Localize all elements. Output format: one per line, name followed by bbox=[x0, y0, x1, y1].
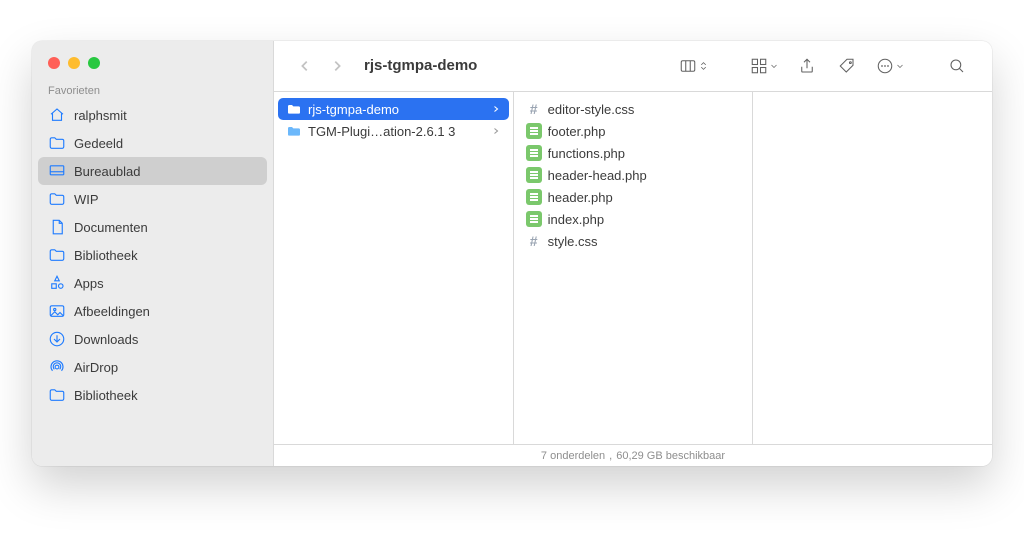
up-down-caret-icon bbox=[699, 60, 708, 72]
toolbar: rjs-tgmpa-demo bbox=[274, 41, 992, 91]
item-name: header.php bbox=[548, 190, 741, 205]
share-button[interactable] bbox=[790, 51, 824, 81]
sidebar-item-label: Downloads bbox=[74, 332, 138, 347]
status-space-available: 60,29 GB beschikbaar bbox=[616, 450, 725, 462]
sidebar-item-label: Afbeeldingen bbox=[74, 304, 150, 319]
folder-item[interactable]: TGM-Plugi…ation-2.6.1 3 bbox=[278, 120, 509, 142]
folder-item[interactable]: rjs-tgmpa-demo bbox=[278, 98, 509, 120]
grid-icon bbox=[750, 57, 768, 75]
folder-icon bbox=[48, 190, 66, 208]
document-icon bbox=[48, 218, 66, 236]
ellipsis-circle-icon bbox=[876, 57, 894, 75]
chevron-right-icon bbox=[330, 59, 344, 73]
share-icon bbox=[798, 57, 816, 75]
sidebar-item-bureaublad[interactable]: Bureaublad bbox=[38, 157, 267, 185]
more-actions-button[interactable] bbox=[870, 51, 910, 81]
item-name: index.php bbox=[548, 212, 741, 227]
tags-button[interactable] bbox=[830, 51, 864, 81]
css-file-icon: # bbox=[526, 101, 542, 117]
chevron-left-icon bbox=[298, 59, 312, 73]
tag-icon bbox=[838, 57, 856, 75]
column-0[interactable]: rjs-tgmpa-demo TGM-Plugi…ation-2.6.1 3 bbox=[274, 92, 514, 444]
file-item[interactable]: header.php bbox=[518, 186, 749, 208]
search-icon bbox=[948, 57, 966, 75]
sidebar-section-label: Favorieten bbox=[32, 77, 273, 101]
columns-icon bbox=[679, 57, 697, 75]
file-item[interactable]: functions.php bbox=[518, 142, 749, 164]
caret-down-icon bbox=[770, 62, 778, 70]
php-file-icon bbox=[526, 189, 542, 205]
item-name: footer.php bbox=[548, 124, 741, 139]
item-name: header-head.php bbox=[548, 168, 741, 183]
php-file-icon bbox=[526, 167, 542, 183]
file-item[interactable]: # style.css bbox=[518, 230, 749, 252]
sidebar-item-afbeeldingen[interactable]: Afbeeldingen bbox=[38, 297, 267, 325]
sidebar-item-label: Apps bbox=[74, 276, 104, 291]
sidebar-item-ralphsmit[interactable]: ralphsmit bbox=[38, 101, 267, 129]
minimize-window-button[interactable] bbox=[68, 57, 80, 69]
image-icon bbox=[48, 302, 66, 320]
folder-icon bbox=[48, 134, 66, 152]
php-file-icon bbox=[526, 211, 542, 227]
chevron-right-icon bbox=[491, 105, 501, 113]
folder-icon bbox=[286, 123, 302, 139]
folder-icon bbox=[48, 246, 66, 264]
sidebar-item-wip[interactable]: WIP bbox=[38, 185, 267, 213]
php-file-icon bbox=[526, 145, 542, 161]
sidebar-item-gedeeld[interactable]: Gedeeld bbox=[38, 129, 267, 157]
file-item[interactable]: header-head.php bbox=[518, 164, 749, 186]
sidebar-item-bibliotheek[interactable]: Bibliotheek bbox=[38, 381, 267, 409]
sidebar-list: ralphsmit Gedeeld Bureaublad WIP Documenten B… bbox=[32, 101, 273, 419]
sidebar-item-label: ralphsmit bbox=[74, 108, 127, 123]
desktop-icon bbox=[48, 162, 66, 180]
forward-button[interactable] bbox=[324, 51, 350, 81]
column-2[interactable] bbox=[753, 92, 992, 444]
sidebar-item-label: Documenten bbox=[74, 220, 148, 235]
chevron-right-icon bbox=[491, 127, 501, 135]
file-item[interactable]: index.php bbox=[518, 208, 749, 230]
apps-icon bbox=[48, 274, 66, 292]
airdrop-icon bbox=[48, 358, 66, 376]
sidebar-item-label: Bibliotheek bbox=[74, 248, 138, 263]
sidebar-item-label: Bibliotheek bbox=[74, 388, 138, 403]
sidebar-item-airdrop[interactable]: AirDrop bbox=[38, 353, 267, 381]
finder-window: Favorieten ralphsmit Gedeeld Bureaublad WIP… bbox=[32, 41, 992, 466]
window-title: rjs-tgmpa-demo bbox=[364, 57, 477, 74]
caret-down-icon bbox=[896, 62, 904, 70]
search-button[interactable] bbox=[940, 51, 974, 81]
status-item-count: 7 onderdelen bbox=[541, 450, 605, 462]
download-icon bbox=[48, 330, 66, 348]
sidebar-item-downloads[interactable]: Downloads bbox=[38, 325, 267, 353]
sidebar-item-bibliotheek[interactable]: Bibliotheek bbox=[38, 241, 267, 269]
view-mode-button[interactable] bbox=[673, 51, 714, 81]
sidebar-item-label: AirDrop bbox=[74, 360, 118, 375]
sidebar-item-documenten[interactable]: Documenten bbox=[38, 213, 267, 241]
php-file-icon bbox=[526, 123, 542, 139]
column-browser: rjs-tgmpa-demo TGM-Plugi…ation-2.6.1 3 # ed… bbox=[274, 91, 992, 444]
maximize-window-button[interactable] bbox=[88, 57, 100, 69]
sidebar-item-label: Bureaublad bbox=[74, 164, 141, 179]
close-window-button[interactable] bbox=[48, 57, 60, 69]
item-name: functions.php bbox=[548, 146, 741, 161]
sidebar-item-label: WIP bbox=[74, 192, 99, 207]
traffic-lights bbox=[32, 41, 273, 77]
home-icon bbox=[48, 106, 66, 124]
sidebar-item-label: Gedeeld bbox=[74, 136, 123, 151]
item-name: style.css bbox=[548, 234, 741, 249]
css-file-icon: # bbox=[526, 233, 542, 249]
item-name: editor-style.css bbox=[548, 102, 741, 117]
sidebar: Favorieten ralphsmit Gedeeld Bureaublad WIP… bbox=[32, 41, 274, 466]
column-1[interactable]: # editor-style.css footer.php functions.php… bbox=[514, 92, 754, 444]
file-item[interactable]: footer.php bbox=[518, 120, 749, 142]
main-area: rjs-tgmpa-demo bbox=[274, 41, 992, 466]
item-name: TGM-Plugi…ation-2.6.1 3 bbox=[308, 124, 485, 139]
folder-icon bbox=[48, 386, 66, 404]
status-bar: 7 onderdelen, 60,29 GB beschikbaar bbox=[274, 444, 992, 466]
file-item[interactable]: # editor-style.css bbox=[518, 98, 749, 120]
folder-icon bbox=[286, 101, 302, 117]
back-button[interactable] bbox=[292, 51, 318, 81]
group-by-button[interactable] bbox=[744, 51, 784, 81]
sidebar-item-apps[interactable]: Apps bbox=[38, 269, 267, 297]
item-name: rjs-tgmpa-demo bbox=[308, 102, 485, 117]
